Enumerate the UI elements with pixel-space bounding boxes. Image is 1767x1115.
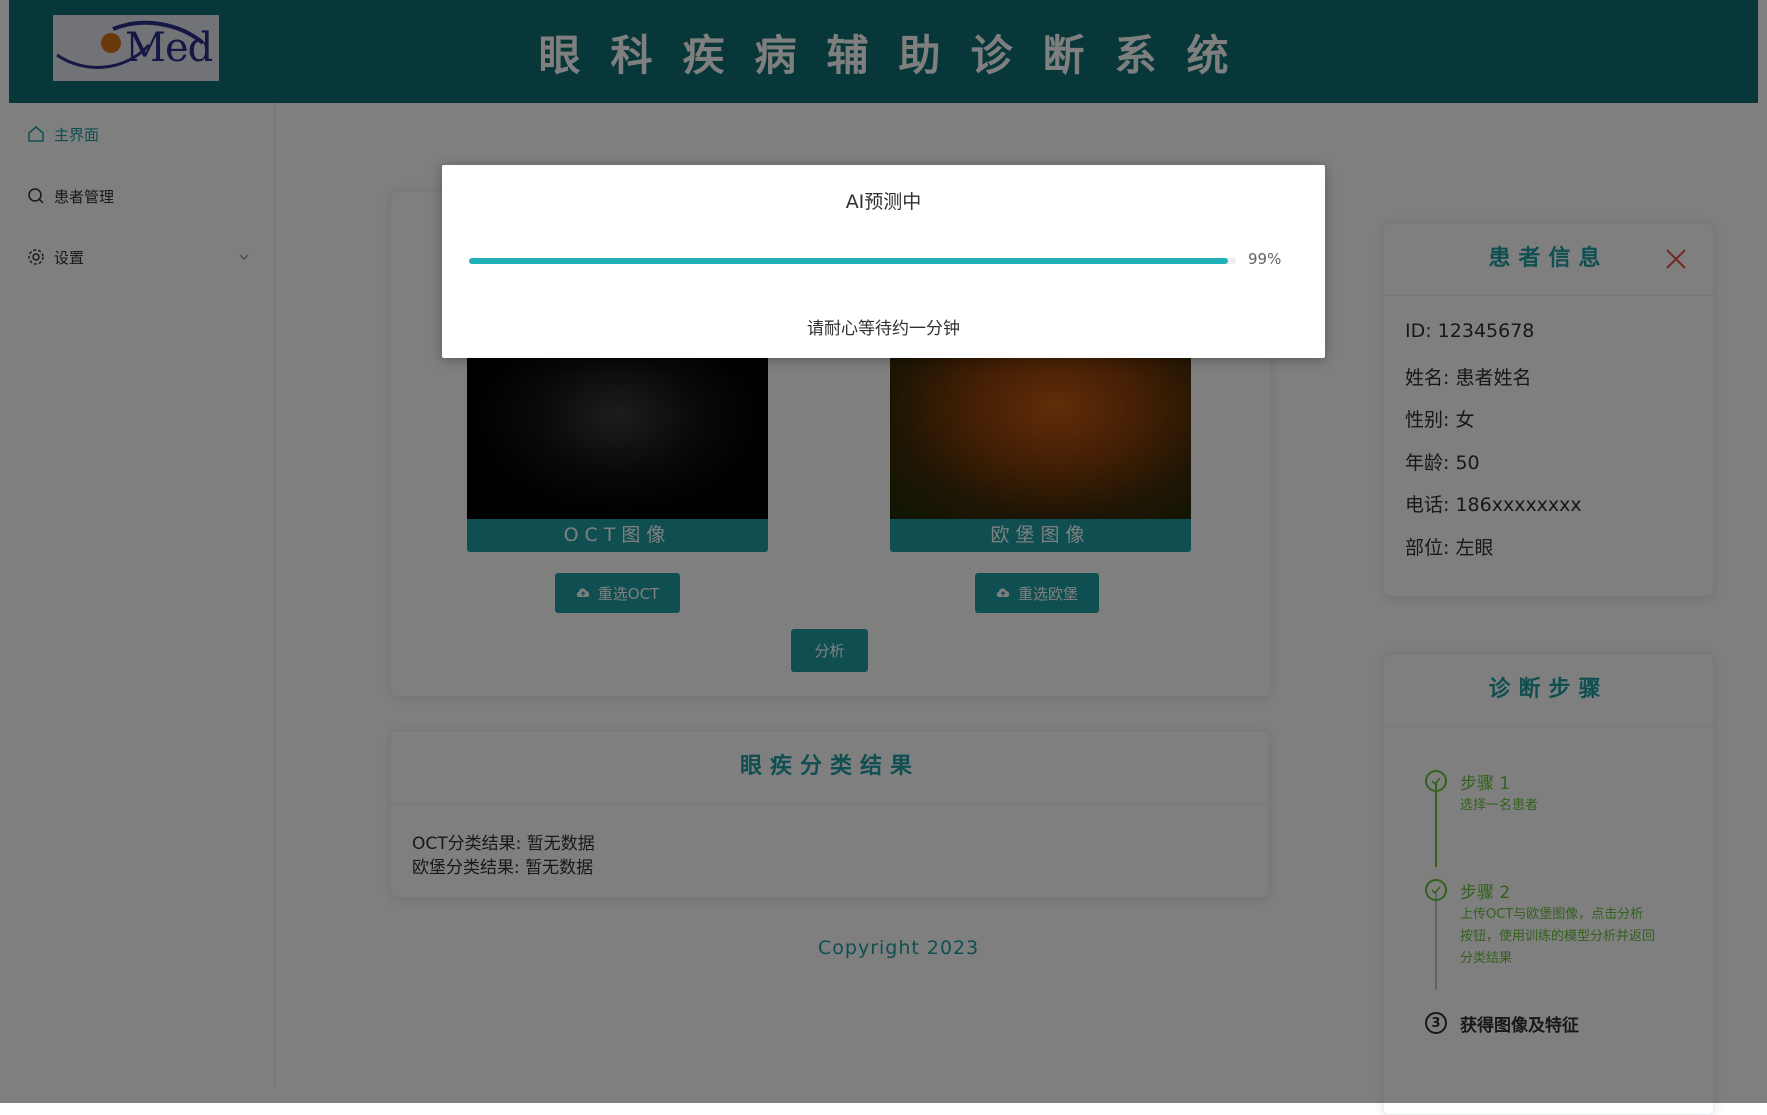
progress-percent: 99% <box>1248 250 1282 268</box>
progress-bar-fill <box>469 258 1229 264</box>
prediction-dialog: AI预测中 99% 请耐心等待约一分钟 <box>442 165 1325 358</box>
dialog-title: AI预测中 <box>845 191 922 213</box>
dialog-message: 请耐心等待约一分钟 <box>807 319 960 339</box>
progress-bar <box>469 258 1236 264</box>
